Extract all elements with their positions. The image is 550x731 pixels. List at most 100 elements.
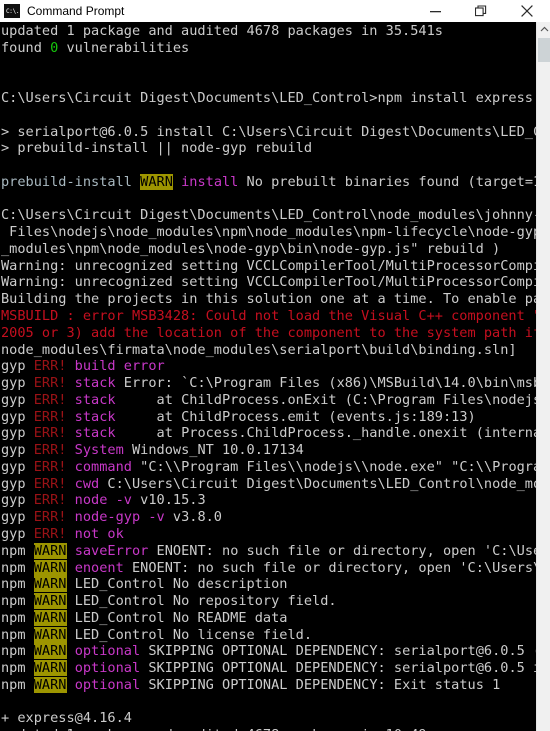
console-segment: found [1, 39, 51, 56]
console-segment [67, 560, 75, 576]
console-segment: prebuild-install [1, 173, 141, 190]
minimize-button[interactable] [412, 0, 458, 22]
console-segment: SKIPPING OPTIONAL DEPENDENCY: serialport… [148, 660, 536, 677]
console-segment [67, 543, 75, 559]
console-line: _modules\npm\node_modules\node-gyp\bin\n… [0, 241, 536, 258]
console-segment: build error [74, 358, 165, 375]
console-line: C:\Users\Circuit Digest\Documents\LED_Co… [0, 90, 536, 107]
console-line: prebuild-install WARN install No prebuil… [0, 173, 536, 191]
console-segment: WARN [33, 609, 67, 626]
console-line: updated 1 package and audited 4678 packa… [0, 23, 536, 40]
console-segment: not ok [74, 525, 124, 542]
command-prompt-window: C:\. Command Prompt updated 1 package an… [0, 0, 550, 731]
console-line: 2005 or 3) add the location of the compo… [0, 325, 536, 342]
console-line-list: updated 1 package and audited 4678 packa… [0, 23, 536, 731]
console-segment: Files\nodejs\node_modules\npm\node_modul… [1, 224, 536, 241]
console-segment: _modules\npm\node_modules\node-gyp\bin\n… [1, 240, 501, 257]
console-line: gyp ERR! cwd C:\Users\Circuit Digest\Doc… [0, 476, 536, 493]
console-output[interactable]: updated 1 package and audited 4678 packa… [0, 22, 536, 731]
console-segment: gyp [1, 509, 34, 526]
console-segment: WARN [140, 173, 173, 190]
console-line: Building the projects in this solution o… [0, 291, 536, 308]
console-line: npm WARN optional SKIPPING OPTIONAL DEPE… [0, 643, 536, 660]
console-segment: ERR! [33, 525, 75, 542]
restore-button[interactable] [458, 0, 504, 22]
console-segment: npm [1, 559, 34, 576]
console-line: gyp ERR! stack at ChildProcess.onExit (C… [0, 392, 536, 409]
vertical-scrollbar[interactable] [536, 22, 550, 731]
console-segment: node-gyp -v [74, 509, 173, 526]
console-line: > serialport@6.0.5 install C:\Users\Circ… [0, 124, 536, 141]
console-segment: saveError [74, 542, 157, 559]
console-area[interactable]: updated 1 package and audited 4678 packa… [0, 22, 550, 731]
console-line: gyp ERR! System Windows_NT 10.0.17134 [0, 442, 536, 459]
console-segment: Building the projects in this solution o… [1, 291, 536, 308]
console-segment: WARN [33, 626, 67, 643]
console-segment: stack [74, 391, 124, 408]
console-line: + express@4.16.4 [0, 710, 536, 727]
console-segment: ERR! [33, 408, 75, 425]
console-segment: gyp [1, 408, 34, 425]
console-line: npm WARN optional SKIPPING OPTIONAL DEPE… [0, 676, 536, 694]
console-line: npm WARN LED_Control No repository field… [0, 593, 536, 610]
console-line: npm WARN LED_Control No description [0, 576, 536, 593]
console-segment [67, 643, 75, 659]
console-segment: SKIPPING OPTIONAL DEPENDENCY: serialport… [148, 643, 536, 660]
console-segment: gyp [1, 358, 34, 375]
console-line: gyp ERR! stack Error: `C:\Program Files … [0, 375, 536, 392]
console-line: MSBUILD : error MSB3428: Could not load … [0, 308, 536, 325]
console-segment: stack [74, 408, 124, 425]
console-segment: gyp [1, 442, 34, 459]
console-segment: ERR! [33, 358, 75, 375]
console-line: gyp ERR! not ok [0, 526, 536, 543]
console-segment: Warning: unrecognized setting VCCLCompil… [1, 274, 536, 291]
console-line: gyp ERR! build error [0, 358, 536, 375]
console-segment: ERR! [33, 492, 75, 509]
console-segment: "C:\\Program Files\\nodejs\\node.exe" "C… [140, 458, 536, 475]
console-segment: install [181, 173, 239, 190]
console-segment [67, 677, 75, 693]
window-controls [412, 0, 550, 22]
console-line: updated 1 package and audited 4678 packa… [0, 727, 536, 731]
console-segment: at ChildProcess.onExit (C:\Program Files… [123, 391, 536, 408]
console-line: npm WARN LED_Control No README data [0, 609, 536, 627]
console-segment: gyp [1, 492, 34, 509]
console-segment: WARN [33, 593, 67, 610]
console-segment: MSBUILD : error MSB3428: Could not load … [1, 308, 536, 325]
scrollbar-track[interactable] [537, 62, 550, 731]
console-segment: optional [74, 660, 149, 677]
console-segment: npm [1, 676, 34, 693]
console-segment: gyp [1, 458, 34, 475]
console-segment: LED_Control No README data [66, 609, 288, 626]
console-segment: v3.8.0 [172, 509, 222, 526]
console-segment: node_modules\firmata\node_modules\serial… [1, 341, 517, 358]
console-segment: > prebuild-install || node-gyp rebuild [1, 140, 312, 157]
title-bar[interactable]: C:\. Command Prompt [0, 0, 550, 22]
console-segment: stack [74, 425, 124, 442]
console-line: C:\Users\Circuit Digest\Documents\LED_Co… [0, 207, 536, 224]
console-segment: vulnerabilities [58, 39, 190, 56]
scroll-up-arrow-icon[interactable] [537, 22, 550, 37]
scroll-thumb[interactable] [538, 38, 550, 62]
console-segment: updated 1 package and audited 4678 packa… [1, 727, 435, 731]
console-line: npm WARN saveError ENOENT: no such file … [0, 542, 536, 560]
console-segment: WARN [33, 643, 67, 660]
console-segment: stack [74, 375, 124, 392]
console-segment: 2005 or 3) add the location of the compo… [1, 324, 536, 341]
window-title: Command Prompt [27, 3, 125, 18]
close-button[interactable] [504, 0, 550, 22]
console-segment: ERR! [33, 375, 75, 392]
console-segment: C:\Users\Circuit Digest\Documents\LED_Co… [1, 90, 533, 107]
console-segment: WARN [33, 660, 67, 677]
console-segment: WARN [33, 676, 67, 693]
console-segment: npm [1, 643, 34, 660]
console-segment: npm [1, 660, 34, 677]
console-segment: WARN [33, 559, 67, 576]
console-icon-text: C:\. [6, 7, 20, 15]
console-segment [173, 174, 181, 190]
